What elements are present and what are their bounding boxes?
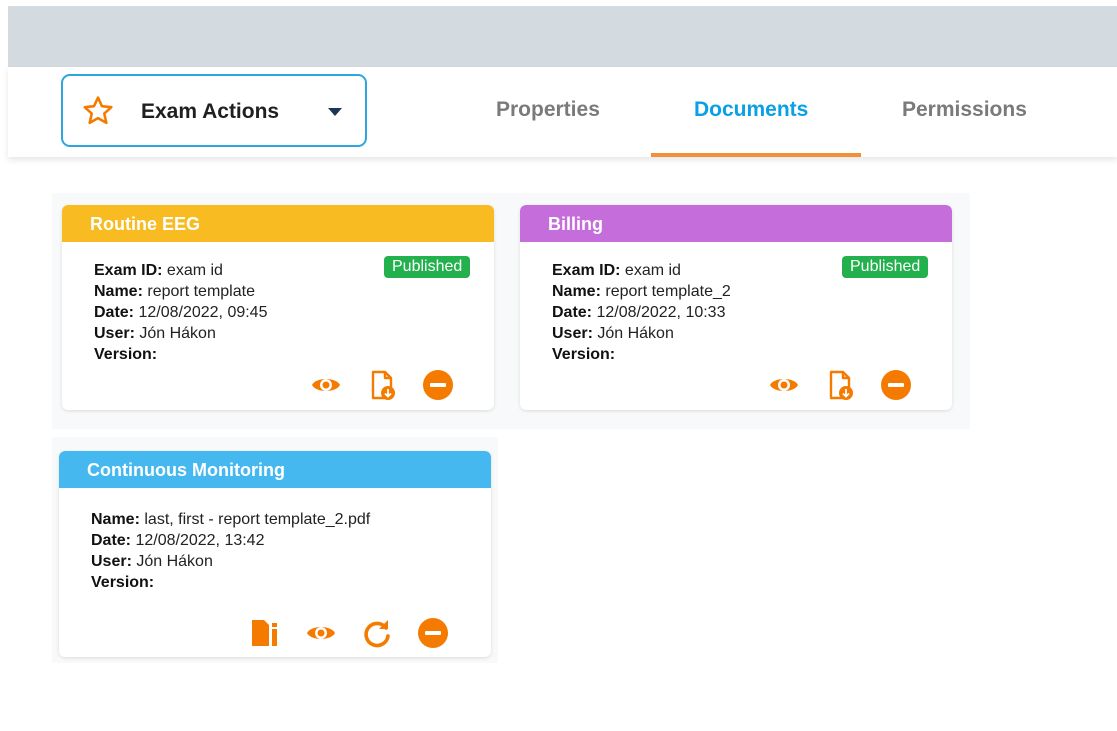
refresh-icon[interactable] (361, 617, 393, 649)
tab-documents[interactable]: Documents (694, 98, 808, 122)
caret-down-icon (328, 108, 342, 116)
card-actions (249, 617, 449, 649)
field-user: User: Jón Hákon (94, 325, 216, 342)
file-info-icon[interactable] (249, 617, 281, 649)
exam-actions-label: Exam Actions (141, 100, 280, 123)
top-bar (8, 6, 1117, 67)
field-exam-id: Exam ID: exam id (94, 262, 223, 279)
eye-icon[interactable] (305, 617, 337, 649)
tab-permissions[interactable]: Permissions (902, 98, 1027, 122)
header: Exam Actions Properties Documents Permis… (8, 67, 1117, 157)
exam-actions-dropdown[interactable]: Exam Actions (61, 74, 367, 147)
card-title: Billing (520, 205, 952, 242)
field-exam-id: Exam ID: exam id (552, 262, 681, 279)
field-date: Date: 12/08/2022, 09:45 (94, 304, 268, 321)
field-version: Version: (94, 346, 158, 363)
eye-icon[interactable] (310, 369, 342, 401)
card-fields: Exam ID: exam id Name: report template D… (94, 260, 267, 365)
minus-circle-icon[interactable] (417, 617, 449, 649)
field-user: User: Jón Hákon (91, 553, 213, 570)
field-name: Name: last, first - report template_2.pd… (91, 511, 371, 528)
document-card-routine-eeg: Routine EEG Published Exam ID: exam id N… (62, 205, 494, 410)
minus-circle-icon[interactable] (880, 369, 912, 401)
field-name: Name: report template (94, 283, 255, 300)
card-title: Continuous Monitoring (59, 451, 491, 488)
file-download-icon[interactable] (366, 369, 398, 401)
field-user: User: Jón Hákon (552, 325, 674, 342)
eye-icon[interactable] (768, 369, 800, 401)
card-fields: Exam ID: exam id Name: report template_2… (552, 260, 731, 365)
document-card-billing: Billing Published Exam ID: exam id Name:… (520, 205, 952, 410)
active-tab-indicator (651, 153, 861, 157)
field-date: Date: 12/08/2022, 13:42 (91, 532, 265, 549)
status-badge: Published (842, 256, 929, 278)
field-date: Date: 12/08/2022, 10:33 (552, 304, 726, 321)
file-download-icon[interactable] (824, 369, 856, 401)
card-actions (310, 369, 454, 401)
minus-circle-icon[interactable] (422, 369, 454, 401)
tab-properties[interactable]: Properties (496, 98, 600, 122)
star-icon (83, 96, 113, 125)
card-actions (768, 369, 912, 401)
field-version: Version: (91, 574, 155, 591)
card-title: Routine EEG (62, 205, 494, 242)
field-name: Name: report template_2 (552, 283, 731, 300)
field-version: Version: (552, 346, 616, 363)
documents-panel: Routine EEG Published Exam ID: exam id N… (8, 157, 1117, 731)
document-card-continuous-monitoring: Continuous Monitoring Name: last, first … (59, 451, 491, 657)
card-fields: Name: last, first - report template_2.pd… (91, 509, 370, 593)
status-badge: Published (384, 256, 471, 278)
